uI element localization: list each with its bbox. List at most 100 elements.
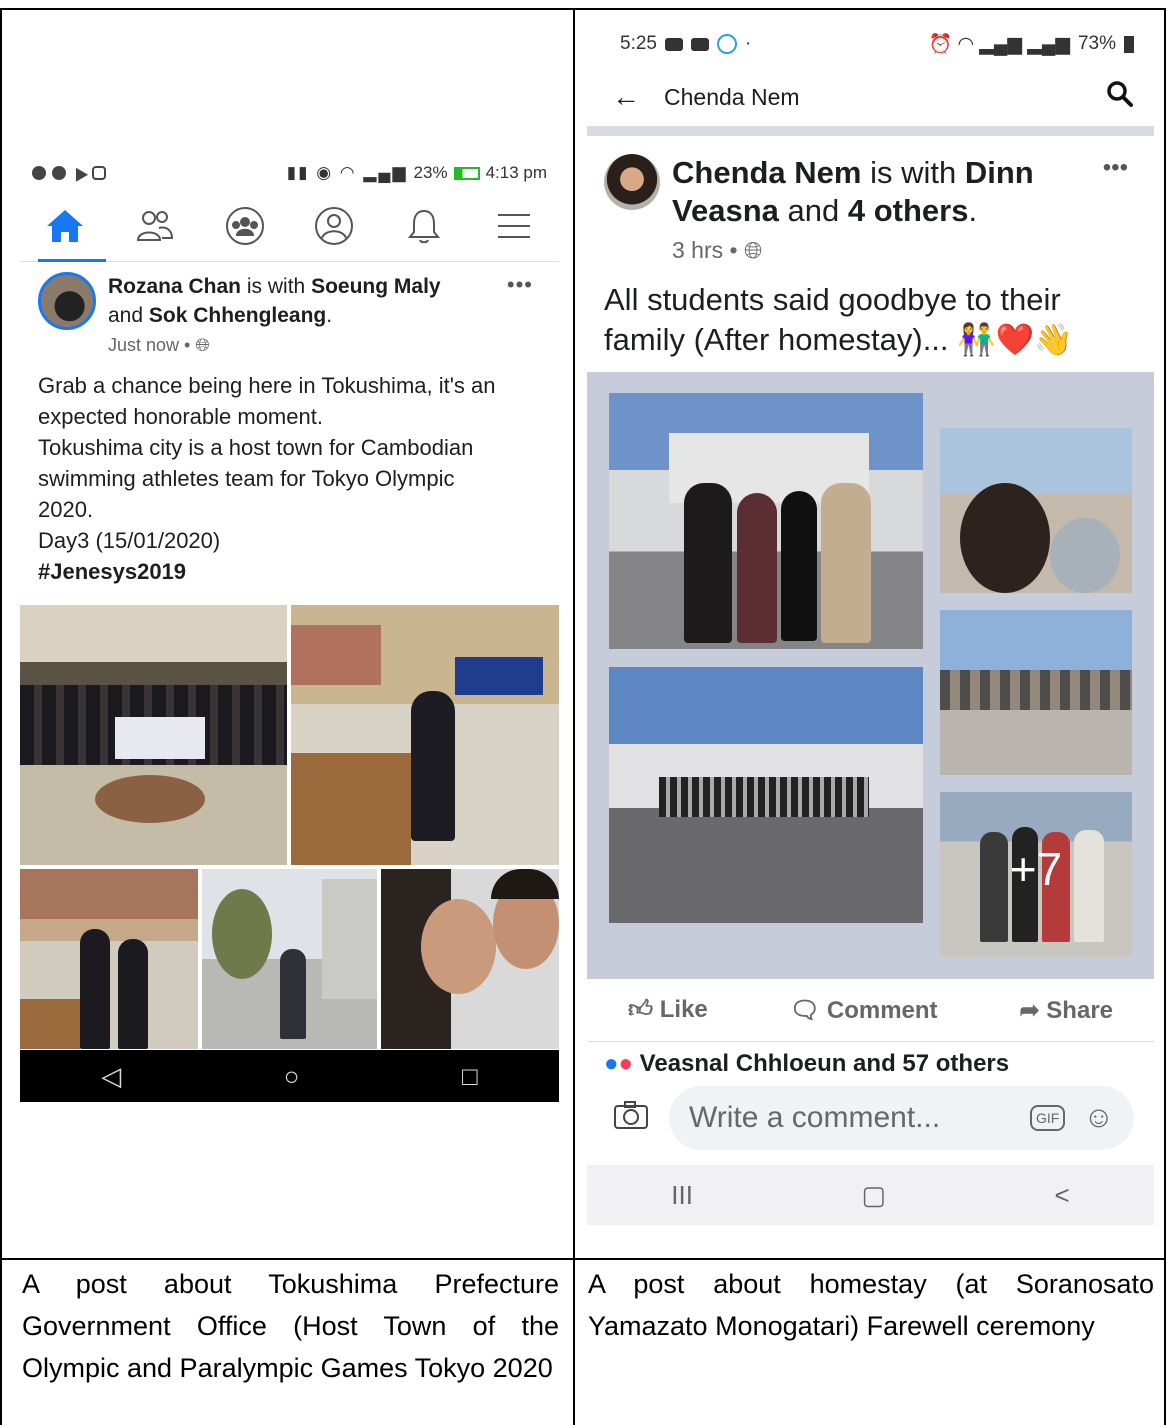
home-nav-button[interactable]: ▢ <box>861 1180 886 1211</box>
post-line: Grab a chance being here in Tokushima, i… <box>38 373 496 398</box>
photo-couple-lobby[interactable] <box>20 869 198 1049</box>
post-line: Day3 (15/01/2020) <box>38 528 221 553</box>
status-bar: ▮▮ ◉ ◠ ▂▄▆ 23% 4:13 pm <box>20 155 559 191</box>
clock: 5:25 <box>620 33 657 54</box>
like-button[interactable]: 👍︎ Like <box>628 996 708 1024</box>
home-icon[interactable] <box>35 196 95 256</box>
facebook-icon <box>32 166 46 180</box>
reactions-text: Veasnal Chhloeun and 57 others <box>639 1050 1010 1077</box>
signal-icons: ▮▮ ◉ ◠ ▂▄▆ <box>286 163 408 182</box>
share-button[interactable]: ➦ Share <box>1020 996 1113 1025</box>
clock: 4:13 pm <box>485 163 547 182</box>
caption-right: A post about homestay (at Soranosato Yam… <box>588 1269 1154 1341</box>
table-border-middle <box>573 8 575 1425</box>
table-border-left <box>0 8 2 1425</box>
post-time[interactable]: 3 hrs <box>672 237 723 263</box>
post-author[interactable]: Chenda Nem <box>672 155 861 190</box>
page-title: Chenda Nem <box>664 83 800 110</box>
photo-group-indoor[interactable] <box>20 605 287 865</box>
globe-icon: 🌐︎ <box>743 237 763 263</box>
more-options-button[interactable]: ••• <box>507 272 533 298</box>
post-header: Rozana Chan is with Soeung Maly and Sok … <box>20 262 559 360</box>
more-photos-count: +7 <box>1009 843 1063 895</box>
emoji-icon[interactable]: ☺ <box>1083 1101 1114 1135</box>
photo-woman-hall[interactable] <box>291 605 559 865</box>
recents-nav-button[interactable]: □ <box>462 1061 478 1092</box>
post-author[interactable]: Rozana Chan <box>108 275 241 298</box>
globe-icon: 🌐︎ <box>195 335 210 355</box>
back-nav-button[interactable]: < <box>1055 1180 1070 1211</box>
reactions-summary[interactable]: ●● Veasnal Chhloeun and 57 others <box>587 1042 1154 1080</box>
signal-icons: ⏰ ◠ ▂▄▆ ▂▄▆ <box>928 34 1070 55</box>
post-line: Tokushima city is a host town for Cambod… <box>38 435 474 460</box>
comment-input[interactable]: Write a comment... GIF ☺ <box>669 1085 1134 1150</box>
youtube-icon <box>664 37 683 51</box>
avatar[interactable] <box>604 154 660 210</box>
caption-left: A post about Tokushima Prefecture Govern… <box>22 1269 559 1383</box>
post-actions: 👍︎ Like 🗨︎ Comment ➦ Share <box>587 979 1154 1042</box>
android-nav-bar: ◁ ○ □ <box>20 1050 559 1102</box>
with-text: is with <box>246 275 306 298</box>
photo-grid: +7 <box>587 372 1154 979</box>
notifications-bell-icon[interactable] <box>394 196 454 256</box>
photo-street-woman[interactable] <box>202 869 377 1049</box>
back-arrow-icon[interactable]: ← <box>612 81 640 113</box>
tagged-others[interactable]: 4 others <box>848 193 969 228</box>
left-phone-screenshot: ▮▮ ◉ ◠ ▂▄▆ 23% 4:13 pm Rozana Chan is wi… <box>20 155 559 1102</box>
post-emoji: 👫❤️👋 <box>957 322 1073 357</box>
photo-selfie[interactable] <box>381 869 559 1049</box>
photo-group-campus[interactable] <box>609 393 923 649</box>
back-nav-button[interactable]: ◁ <box>101 1061 121 1092</box>
battery-percent: 73% <box>1077 33 1116 54</box>
more-options-button[interactable]: ••• <box>1103 154 1128 182</box>
love-reaction-icon: ● <box>618 1050 634 1077</box>
hashtag-link[interactable]: #Jenesys2019 <box>38 556 541 587</box>
avatar[interactable] <box>38 272 96 330</box>
status-bar: 5:25 · ⏰ ◠ ▂▄▆ ▂▄▆ 73% <box>587 20 1154 68</box>
search-icon[interactable] <box>1106 80 1134 114</box>
table-border-top <box>0 8 1166 10</box>
home-nav-button[interactable]: ○ <box>284 1061 300 1092</box>
and-text: and <box>108 304 144 327</box>
photo-child-face[interactable] <box>940 428 1132 593</box>
camera-icon[interactable] <box>613 1100 649 1135</box>
photo-grid <box>20 605 559 1050</box>
and-text: and <box>787 193 840 228</box>
gif-button[interactable]: GIF <box>1030 1104 1066 1131</box>
post-time[interactable]: Just now <box>108 335 179 355</box>
with-text: is with <box>870 155 957 190</box>
post-line: 2020. <box>38 497 94 522</box>
like-reaction-icon: ● <box>604 1050 619 1077</box>
recents-nav-button[interactable]: III <box>671 1180 693 1211</box>
post-text: Grab a chance being here in Tokushima, i… <box>20 360 559 587</box>
tagged-person-2[interactable]: Sok Chhengleang <box>149 304 326 327</box>
battery-icon <box>453 166 480 180</box>
messenger-icon <box>716 34 737 54</box>
post-line: expected honorable moment. <box>38 404 323 429</box>
messenger-icon <box>52 166 66 180</box>
comment-placeholder: Write a comment... <box>689 1100 941 1134</box>
friends-icon[interactable] <box>125 196 185 256</box>
facebook-top-nav <box>20 191 559 262</box>
like-label: Like <box>659 996 708 1023</box>
tagged-person-1[interactable]: Soeung Maly <box>311 275 441 298</box>
right-phone-screenshot: 5:25 · ⏰ ◠ ▂▄▆ ▂▄▆ 73% ← Chenda Nem Chen… <box>587 20 1154 1225</box>
telegram-icon <box>69 164 89 182</box>
photo-more[interactable]: +7 <box>940 792 1132 957</box>
post-line: swimming athletes team for Tokyo Olympic <box>38 466 455 491</box>
youtube-icon <box>690 37 709 51</box>
comment-label: Comment <box>826 996 938 1024</box>
instagram-icon <box>92 166 106 180</box>
comment-composer: Write a comment... GIF ☺ <box>587 1080 1154 1155</box>
dot-icon: · <box>744 33 752 54</box>
groups-icon[interactable] <box>215 196 275 256</box>
menu-hamburger-icon[interactable] <box>484 196 544 256</box>
photo-line-street[interactable] <box>940 610 1132 775</box>
share-label: Share <box>1046 996 1113 1024</box>
profile-icon[interactable] <box>304 196 364 256</box>
photo-group-building[interactable] <box>609 667 923 923</box>
post-text: All students said goodbye to their famil… <box>587 270 1154 360</box>
table-border-right <box>1164 8 1166 1425</box>
comment-button[interactable]: 🗨︎ Comment <box>790 996 938 1025</box>
table-border-row <box>0 1258 1166 1260</box>
